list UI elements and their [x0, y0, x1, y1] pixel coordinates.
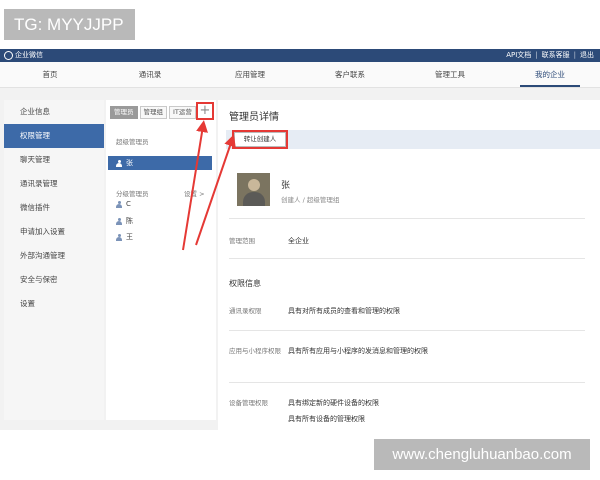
branch-admin-settings-link[interactable]: 设置 > [184, 188, 205, 198]
divider [229, 218, 585, 219]
main-area: 企业信息 权限管理 聊天管理 通讯录管理 微信插件 申请加入设置 外部沟通管理 … [0, 88, 600, 430]
super-admin-name: 张 [126, 159, 133, 167]
logout-link[interactable]: 退出 [580, 49, 594, 62]
tab-it-ops[interactable]: IT运营 [169, 106, 196, 119]
detail-toolbar: 转让创建人 [226, 130, 600, 149]
api-docs-link[interactable]: API文档 [506, 49, 531, 62]
branch-admin-name: 陈 [126, 217, 133, 225]
list-item[interactable]: 王 [116, 232, 133, 242]
permission-value: 具有所有应用与小程序的发消息和管理的权限 [288, 347, 428, 355]
branch-admin-name: 王 [126, 233, 133, 241]
permission-label: 设备管理权限 [229, 399, 268, 407]
permission-label: 通讯录权限 [229, 307, 262, 315]
person-icon [116, 159, 122, 167]
branch-admin-title: 分级管理员 [116, 190, 149, 198]
person-icon [116, 217, 122, 225]
nav-app-management[interactable]: 应用管理 [200, 62, 300, 87]
wecom-logo-icon [4, 51, 13, 60]
divider [229, 382, 585, 383]
admin-role: 创建人 / 超级管理组 [281, 196, 340, 204]
sidebar-item-wechat-plugin[interactable]: 微信插件 [4, 196, 104, 220]
contact-support-link[interactable]: 联系客服 [542, 49, 570, 62]
scope-label: 管理范围 [229, 237, 255, 245]
avatar [237, 173, 270, 206]
list-item[interactable]: C [116, 200, 131, 208]
top-bar: 企业微信 API文档 | 联系客服 | 退出 [0, 49, 600, 62]
sidebar-item-contacts-management[interactable]: 通讯录管理 [4, 172, 104, 196]
main-nav: 首页 通讯录 应用管理 客户联系 管理工具 我的企业 [0, 62, 600, 88]
super-admin-title: 超级管理员 [116, 138, 149, 146]
sidebar-item-chat-management[interactable]: 聊天管理 [4, 148, 104, 172]
admin-list-panel: 管理员 管理组 IT运营 + 超级管理员 张 分级管理员 设置 > C 陈 王 [106, 100, 216, 420]
app-name: 企业微信 [15, 51, 43, 59]
sidebar-item-external-communication[interactable]: 外部沟通管理 [4, 244, 104, 268]
list-item[interactable]: 陈 [116, 216, 133, 226]
admin-tabs: 管理员 管理组 IT运营 [110, 106, 196, 119]
permission-value: 具有绑定新的硬件设备的权限 [288, 399, 379, 407]
transfer-creator-button[interactable]: 转让创建人 [232, 130, 288, 149]
admin-name: 张 [281, 181, 291, 191]
scope-value: 全企业 [288, 237, 309, 245]
watermark-tag: TG: MYYJJPP [4, 9, 135, 40]
app-logo[interactable]: 企业微信 [4, 49, 43, 62]
avatar-head [248, 179, 260, 191]
add-admin-button[interactable]: + [196, 102, 214, 120]
nav-contacts[interactable]: 通讯录 [100, 62, 200, 87]
link-separator: | [535, 51, 538, 59]
divider [229, 330, 585, 331]
sidebar-item-settings[interactable]: 设置 [4, 292, 104, 316]
tab-admins[interactable]: 管理员 [110, 106, 138, 119]
top-links: API文档 | 联系客服 | 退出 [506, 49, 594, 62]
admin-detail-panel: 管理员详情 转让创建人 张 创建人 / 超级管理组 管理范围 全企业 权限信息 … [218, 100, 600, 430]
divider [229, 258, 585, 259]
sidebar: 企业信息 权限管理 聊天管理 通讯录管理 微信插件 申请加入设置 外部沟通管理 … [4, 100, 104, 420]
branch-admin-name: C [126, 200, 131, 208]
sidebar-item-join-settings[interactable]: 申请加入设置 [4, 220, 104, 244]
permission-value: 具有对所有成员的查看和管理的权限 [288, 307, 400, 315]
super-admin-row[interactable]: 张 [108, 156, 212, 170]
tab-admin-groups[interactable]: 管理组 [139, 106, 167, 119]
sidebar-item-security[interactable]: 安全与保密 [4, 268, 104, 292]
person-icon [116, 200, 122, 208]
permission-label: 应用与小程序权限 [229, 347, 281, 355]
nav-my-enterprise[interactable]: 我的企业 [500, 62, 600, 87]
person-icon [116, 233, 122, 241]
sidebar-item-enterprise-info[interactable]: 企业信息 [4, 100, 104, 124]
watermark-url: www.chengluhuanbao.com [374, 439, 590, 470]
link-separator: | [573, 51, 576, 59]
sidebar-item-permissions[interactable]: 权限管理 [4, 124, 104, 148]
nav-home[interactable]: 首页 [0, 62, 100, 87]
nav-customer-contact[interactable]: 客户联系 [300, 62, 400, 87]
permission-value: 具有所有设备的管理权限 [288, 415, 365, 423]
permissions-title: 权限信息 [229, 279, 261, 288]
nav-management-tools[interactable]: 管理工具 [400, 62, 500, 87]
avatar-body [243, 192, 265, 206]
page-title: 管理员详情 [229, 112, 279, 123]
